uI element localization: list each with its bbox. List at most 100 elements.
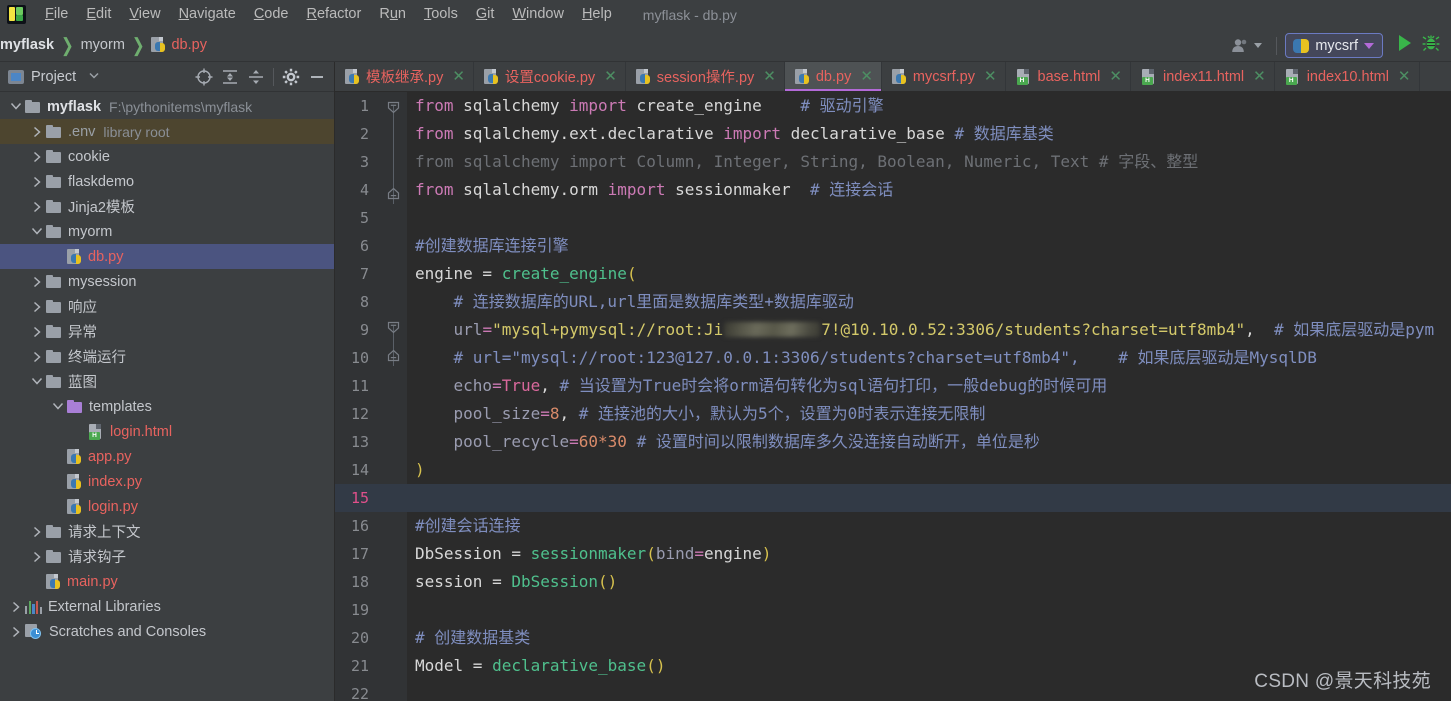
menu-item-git[interactable]: Git [467, 3, 504, 26]
run-configuration-selector[interactable]: mycsrf [1285, 33, 1383, 58]
tree-node-label: myflask [47, 98, 102, 115]
tree-node-selected[interactable]: db.py [0, 244, 334, 269]
code-line-17: DbSession = sessionmaker(bind=engine) [415, 544, 772, 563]
tree-node[interactable]: mysession [0, 269, 334, 294]
chevron-right-icon[interactable] [8, 599, 24, 615]
tree-node[interactable]: flaskdemo [0, 169, 334, 194]
editor-tab[interactable]: Hbase.html ✕ [1006, 62, 1131, 91]
menu-item-refactor[interactable]: Refactor [298, 3, 371, 26]
chevron-down-icon[interactable] [29, 224, 45, 240]
tree-node[interactable]: cookie [0, 144, 334, 169]
tree-node[interactable]: 终端运行 [0, 344, 334, 369]
close-icon[interactable]: ✕ [763, 69, 776, 84]
python-file-icon [794, 68, 810, 85]
tree-node[interactable]: 响应 [0, 294, 334, 319]
editor-tab[interactable]: db.py ✕ [784, 62, 882, 91]
chevron-down-icon[interactable] [88, 68, 100, 86]
breadcrumb-item-project[interactable]: myflask [0, 37, 54, 53]
editor-tab[interactable]: 模板继承.py ✕ [335, 62, 474, 91]
menu-item-view[interactable]: View [120, 3, 169, 26]
code-folding-column[interactable] [383, 92, 405, 701]
chevron-right-icon[interactable] [29, 324, 45, 340]
people-icon[interactable] [1225, 36, 1268, 55]
editor-tab[interactable]: 设置cookie.py ✕ [474, 62, 626, 91]
project-file-tree[interactable]: myflask F:\pythonitems\myflask .env library… [0, 92, 334, 701]
menu-item-edit[interactable]: Edit [77, 3, 120, 26]
editor-tab[interactable]: session操作.py ✕ [626, 62, 785, 91]
editor-tab[interactable]: Hindex10.html ✕ [1275, 62, 1420, 91]
collapse-all-icon[interactable] [243, 64, 269, 90]
expand-all-icon[interactable] [217, 64, 243, 90]
tree-node[interactable]: myorm [0, 219, 334, 244]
menu-item-run[interactable]: Run [370, 3, 415, 26]
python-file-icon [46, 573, 61, 590]
debug-bug-icon[interactable] [1420, 34, 1447, 57]
run-play-icon[interactable] [1389, 34, 1420, 57]
editor-tab[interactable]: Hindex11.html ✕ [1131, 62, 1275, 91]
line-number-gutter[interactable]: 1 2 3 4 5 6 7 8 9 10 11 12 13 14 15 16 17 18 19 20 21 22 [335, 92, 407, 701]
tree-node[interactable]: templates [0, 394, 334, 419]
chevron-right-icon[interactable] [29, 274, 45, 290]
tree-node[interactable]: 蓝图 [0, 369, 334, 394]
chevron-right-icon[interactable] [29, 199, 45, 215]
code-line-2: from sqlalchemy.ext.declarative import d… [415, 124, 1054, 143]
menu-item-code[interactable]: Code [245, 3, 298, 26]
editor-tab[interactable]: mycsrf.py ✕ [882, 62, 1006, 91]
tree-node[interactable]: 异常 [0, 319, 334, 344]
tree-node[interactable]: app.py [0, 444, 334, 469]
close-icon[interactable]: ✕ [860, 69, 873, 84]
chevron-down-icon[interactable] [50, 399, 66, 415]
menu-item-navigate[interactable]: Navigate [170, 3, 245, 26]
chevron-right-icon[interactable] [8, 624, 24, 640]
tree-node[interactable]: login.py [0, 494, 334, 519]
fold-marker-icon[interactable] [387, 348, 400, 362]
chevron-down-icon[interactable] [8, 99, 24, 115]
fold-marker-icon[interactable] [387, 186, 400, 200]
tree-node[interactable]: index.py [0, 469, 334, 494]
tree-node[interactable]: Hlogin.html [0, 419, 334, 444]
chevron-right-icon[interactable] [29, 299, 45, 315]
folder-icon [67, 400, 83, 413]
chevron-right-icon[interactable] [29, 524, 45, 540]
menu-item-file[interactable]: File [36, 3, 77, 26]
close-icon[interactable]: ✕ [604, 69, 617, 84]
tree-node[interactable]: External Libraries [0, 594, 334, 619]
close-icon[interactable]: ✕ [984, 69, 997, 84]
tree-node[interactable]: main.py [0, 569, 334, 594]
locate-target-icon[interactable] [191, 64, 217, 90]
tree-node[interactable]: .env library root [0, 119, 334, 144]
menu-item-tools[interactable]: Tools [415, 3, 467, 26]
tree-node[interactable]: Scratches and Consoles [0, 619, 334, 644]
breadcrumb-item-file[interactable]: db.py [151, 37, 207, 53]
menu-item-help[interactable]: Help [573, 3, 621, 26]
chevron-right-icon[interactable] [29, 349, 45, 365]
chevron-down-icon[interactable] [29, 374, 45, 390]
breadcrumb-separator-icon: ❯ [131, 35, 145, 57]
fold-marker-icon[interactable] [387, 320, 400, 334]
code-line-16: #创建会话连接 [415, 516, 521, 535]
tree-node[interactable]: 请求上下文 [0, 519, 334, 544]
editor-tab-label: index10.html [1306, 68, 1389, 85]
chevron-right-icon[interactable] [29, 149, 45, 165]
folder-icon [46, 150, 62, 163]
chevron-right-icon[interactable] [29, 174, 45, 190]
code-line-9: url="mysql+pymysql://root:Ji 7!@10.10.0.5… [415, 320, 1435, 339]
close-icon[interactable]: ✕ [1109, 69, 1122, 84]
tree-node[interactable]: 请求钩子 [0, 544, 334, 569]
tree-node-label: db.py [88, 248, 124, 265]
tree-node[interactable]: Jinja2模板 [0, 194, 334, 219]
menu-item-window[interactable]: Window [503, 3, 573, 26]
breadcrumb-item-folder[interactable]: myorm [81, 37, 125, 53]
code-editor[interactable]: from sqlalchemy import create_engine # 驱… [407, 92, 1451, 701]
chevron-right-icon[interactable] [29, 124, 45, 140]
close-icon[interactable]: ✕ [1253, 69, 1266, 84]
fold-marker-icon[interactable] [387, 100, 400, 114]
tree-node[interactable]: myflask F:\pythonitems\myflask [0, 94, 334, 119]
close-icon[interactable]: ✕ [1398, 69, 1411, 84]
settings-gear-icon[interactable] [278, 64, 304, 90]
close-icon[interactable]: ✕ [452, 69, 465, 84]
chevron-right-icon[interactable] [29, 549, 45, 565]
editor-tab-bar[interactable]: 模板继承.py ✕ 设置cookie.py ✕ session操作.py ✕ db.py ✕ m… [335, 62, 1451, 92]
hide-panel-icon[interactable] [304, 64, 330, 90]
